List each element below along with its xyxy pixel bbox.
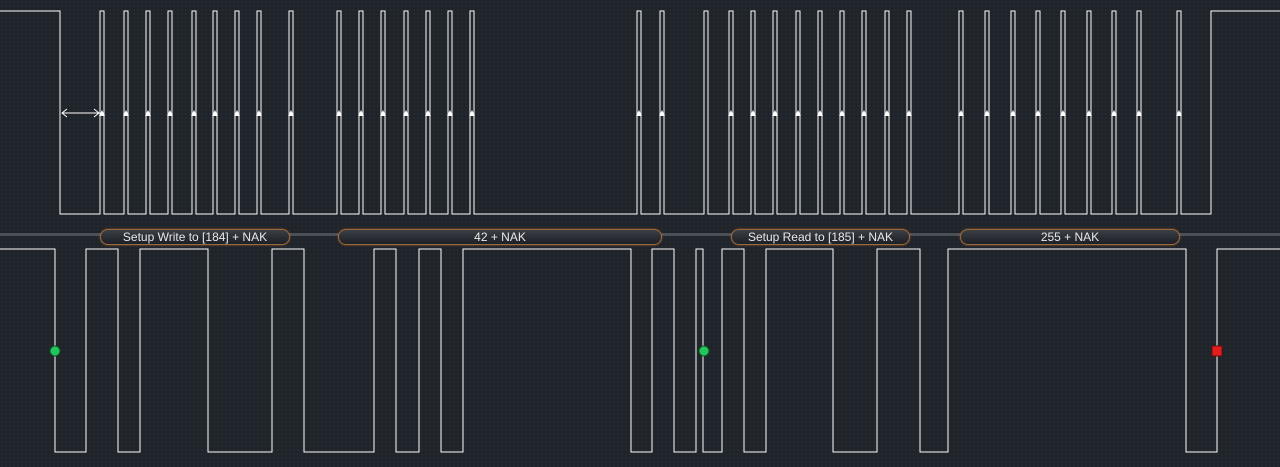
logic-analyzer-view: Setup Write to [184] + NAK 42 + NAK Setu… <box>0 0 1280 467</box>
annotation-label: Setup Read to [185] + NAK <box>747 230 894 244</box>
stop-marker-icon[interactable] <box>1211 345 1223 357</box>
annotation-data-255[interactable]: 255 + NAK <box>960 229 1180 245</box>
annotation-setup-write[interactable]: Setup Write to [184] + NAK <box>100 229 290 245</box>
annotation-label: Setup Write to [184] + NAK <box>122 230 268 244</box>
start-marker-icon[interactable] <box>698 345 710 357</box>
channel-2-waveform[interactable] <box>0 248 1280 453</box>
annotation-label: 255 + NAK <box>1040 230 1100 244</box>
start-marker-icon[interactable] <box>49 345 61 357</box>
measurement-arrow[interactable] <box>61 108 100 118</box>
annotation-data-42[interactable]: 42 + NAK <box>338 229 662 245</box>
annotation-label: 42 + NAK <box>474 230 526 244</box>
annotation-setup-read[interactable]: Setup Read to [185] + NAK <box>731 229 910 245</box>
